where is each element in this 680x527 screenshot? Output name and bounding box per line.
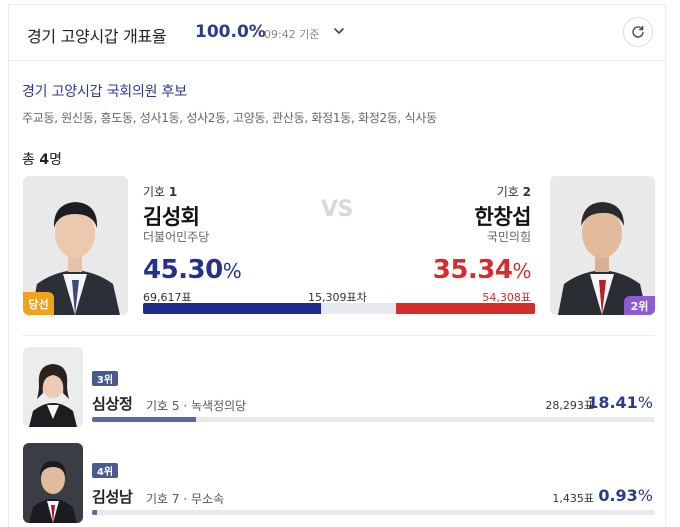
- candidate-3-photo[interactable]: [23, 347, 83, 427]
- elected-badge: 당선: [23, 292, 54, 315]
- count-title: 경기 고양시갑 개표율: [27, 27, 167, 46]
- candidate-1-share-bar: [143, 303, 321, 314]
- candidate-2-party: 국민의힘: [486, 230, 531, 244]
- chevron-down-icon[interactable]: [332, 23, 346, 37]
- head-to-head-bar: [143, 303, 535, 314]
- candidate-2-percent: 35.34%: [432, 255, 532, 285]
- candidate-1-percent: 45.30%: [143, 255, 242, 285]
- election-card: 경기 고양시갑 개표율 100.0% 09:42 기준 경기 고양시갑 국회의원…: [8, 4, 667, 527]
- count-percent: 100.0%: [195, 22, 266, 42]
- vs-label: VS: [321, 197, 353, 222]
- candidate-2-name[interactable]: 한창섭: [475, 201, 532, 231]
- candidate-3-meta: 기호 5 · 녹색정의당: [146, 399, 247, 413]
- race-title: 경기 고양시갑 국회의원 후보: [22, 84, 187, 100]
- count-header: 경기 고양시갑 개표율 100.0% 09:42 기준: [9, 5, 667, 61]
- candidate-3-name[interactable]: 심상정: [92, 393, 133, 414]
- refresh-icon: [632, 25, 644, 38]
- candidate-4-share-fill: [92, 510, 98, 515]
- candidate-2-photo[interactable]: [550, 176, 655, 315]
- candidate-2-number: 기호 2: [496, 185, 531, 199]
- candidate-4-meta: 기호 7 · 무소속: [146, 492, 225, 506]
- candidate-1-number: 기호 1: [143, 185, 178, 199]
- candidate-4-votes: 1,435표: [552, 492, 594, 505]
- candidate-3-share-fill: [92, 417, 196, 422]
- candidate-4-percent: 0.93%: [598, 486, 653, 505]
- candidate-3-share-bar: [92, 417, 655, 422]
- rank-2-badge: 2위: [624, 296, 655, 315]
- refresh-button[interactable]: [623, 17, 653, 47]
- candidate-4-share-bar: [92, 510, 655, 515]
- candidate-4-photo[interactable]: [23, 443, 83, 523]
- rank-4-badge: 4위: [92, 463, 118, 478]
- count-time: 09:42 기준: [264, 28, 320, 41]
- divider: [22, 335, 654, 336]
- candidate-1-name[interactable]: 김성회: [143, 201, 200, 231]
- candidate-2-share-bar: [396, 303, 535, 314]
- candidate-4-name[interactable]: 김성남: [92, 486, 133, 507]
- candidate-3-percent: 18.41%: [587, 393, 653, 412]
- candidate-1-party: 더불어민주당: [143, 230, 210, 244]
- candidate-total: 총 4명: [22, 152, 62, 168]
- district-areas: 주교동, 원신동, 흥도동, 성사1동, 성사2동, 고양동, 관산동, 화정1…: [22, 111, 437, 125]
- rank-3-badge: 3위: [92, 371, 118, 386]
